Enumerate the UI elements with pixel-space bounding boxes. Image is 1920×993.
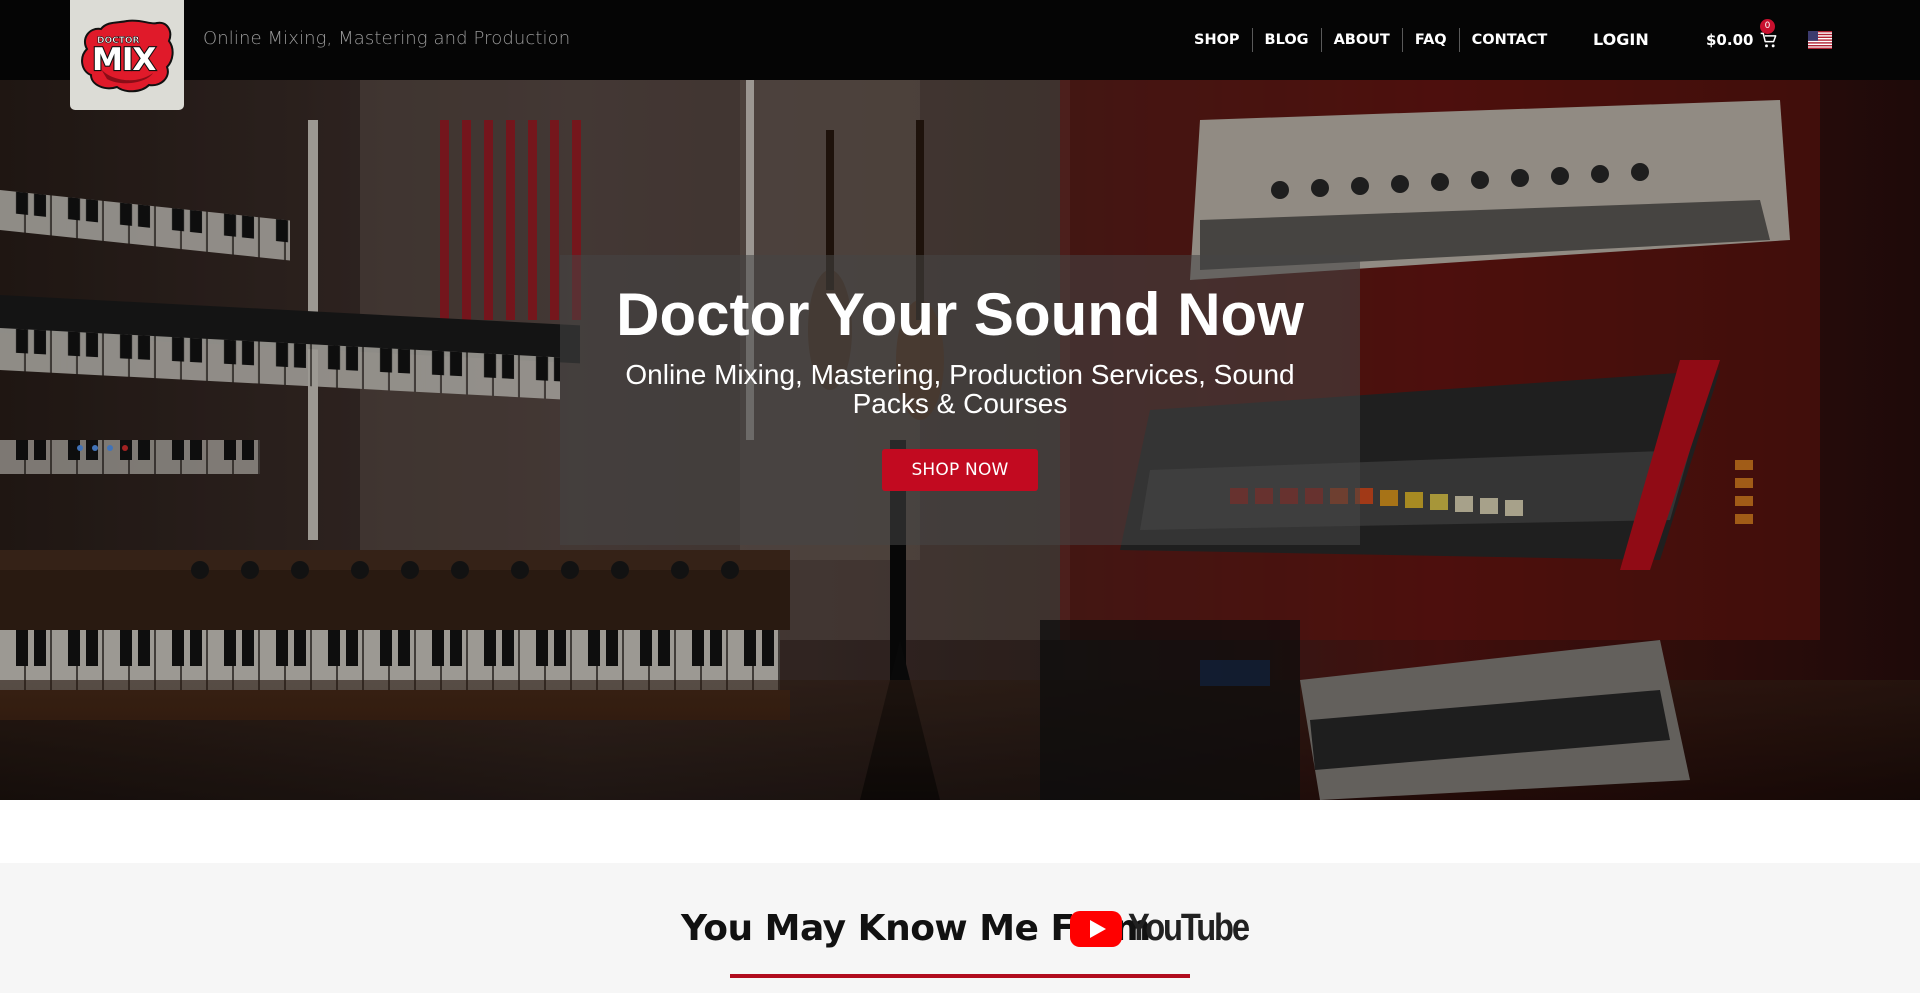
hero-section: Doctor Your Sound Now Online Mixing, Mas… bbox=[0, 80, 1920, 800]
site-logo[interactable]: DOCTOR MIX bbox=[70, 0, 184, 110]
nav-about[interactable]: ABOUT bbox=[1320, 28, 1402, 52]
site-header: DOCTOR MIX Online Mixing, Mastering and … bbox=[0, 0, 1920, 110]
login-link[interactable]: LOGIN bbox=[1593, 28, 1649, 52]
hero-title: Doctor Your Sound Now bbox=[616, 281, 1304, 348]
youtube-section: You May Know Me From YouTube bbox=[0, 863, 1920, 993]
nav-blog[interactable]: BLOG bbox=[1251, 28, 1321, 52]
nav-contact[interactable]: CONTACT bbox=[1458, 28, 1560, 52]
hero-subtitle: Online Mixing, Mastering, Production Ser… bbox=[625, 359, 1295, 419]
youtube-logo[interactable]: YouTube bbox=[1070, 907, 1267, 950]
cart-count-badge: 0 bbox=[1760, 19, 1775, 34]
cart-total: $0.00 bbox=[1706, 31, 1754, 49]
shop-now-button[interactable]: SHOP NOW bbox=[882, 449, 1038, 491]
nav-shop[interactable]: SHOP bbox=[1188, 28, 1252, 52]
doctor-mix-logo-icon: DOCTOR MIX bbox=[81, 19, 174, 93]
youtube-logo-text: YouTube bbox=[1128, 907, 1250, 949]
us-flag-icon[interactable] bbox=[1808, 31, 1832, 49]
main-nav: SHOP BLOG ABOUT FAQ CONTACT bbox=[1188, 28, 1559, 52]
section-divider bbox=[730, 974, 1190, 978]
section-spacer bbox=[0, 800, 1920, 863]
logo-big-text: MIX bbox=[92, 42, 156, 78]
site-tagline: Online Mixing, Mastering and Production bbox=[203, 28, 571, 49]
nav-faq[interactable]: FAQ bbox=[1401, 28, 1459, 52]
youtube-play-icon bbox=[1070, 910, 1122, 947]
